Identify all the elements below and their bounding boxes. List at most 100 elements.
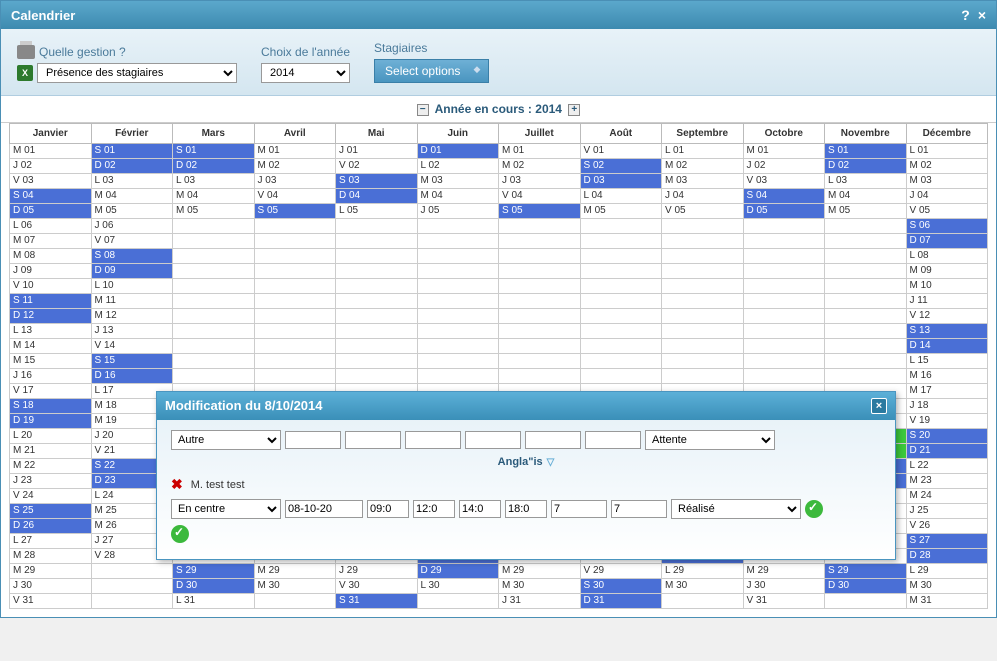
calendar-cell[interactable] xyxy=(254,309,336,324)
row2-t3[interactable] xyxy=(459,500,501,518)
help-icon[interactable]: ? xyxy=(961,7,970,23)
calendar-cell[interactable]: M 14 xyxy=(10,339,92,354)
calendar-cell[interactable] xyxy=(825,324,907,339)
calendar-cell[interactable] xyxy=(662,354,744,369)
calendar-cell[interactable]: S 08 xyxy=(91,249,173,264)
calendar-cell[interactable]: L 04 xyxy=(580,189,662,204)
calendar-cell[interactable]: J 30 xyxy=(743,579,825,594)
calendar-cell[interactable]: V 31 xyxy=(10,594,92,609)
calendar-cell[interactable]: M 29 xyxy=(499,564,581,579)
calendar-cell[interactable] xyxy=(417,264,499,279)
calendar-cell[interactable]: S 01 xyxy=(825,144,907,159)
calendar-cell[interactable]: M 03 xyxy=(417,174,499,189)
calendar-cell[interactable]: L 06 xyxy=(10,219,92,234)
calendar-cell[interactable] xyxy=(91,579,173,594)
calendar-cell[interactable]: S 29 xyxy=(173,564,255,579)
calendar-cell[interactable] xyxy=(825,309,907,324)
calendar-cell[interactable]: M 02 xyxy=(499,159,581,174)
calendar-cell[interactable]: S 01 xyxy=(91,144,173,159)
calendar-cell[interactable]: M 05 xyxy=(173,204,255,219)
calendar-cell[interactable] xyxy=(173,219,255,234)
calendar-cell[interactable]: M 30 xyxy=(499,579,581,594)
calendar-cell[interactable] xyxy=(743,294,825,309)
calendar-cell[interactable]: V 01 xyxy=(580,144,662,159)
calendar-cell[interactable] xyxy=(662,339,744,354)
row2-v2[interactable] xyxy=(611,500,667,518)
row1-f2[interactable] xyxy=(345,431,401,449)
calendar-cell[interactable]: D 14 xyxy=(906,339,988,354)
calendar-cell[interactable] xyxy=(499,264,581,279)
calendar-cell[interactable] xyxy=(662,324,744,339)
calendar-cell[interactable]: J 23 xyxy=(10,474,92,489)
calendar-cell[interactable]: M 04 xyxy=(173,189,255,204)
calendar-cell[interactable]: V 03 xyxy=(10,174,92,189)
calendar-cell[interactable]: M 17 xyxy=(906,384,988,399)
row2-date[interactable] xyxy=(285,500,363,518)
close-icon[interactable]: × xyxy=(978,7,986,23)
calendar-cell[interactable] xyxy=(580,369,662,384)
calendar-cell[interactable]: J 05 xyxy=(417,204,499,219)
calendar-cell[interactable] xyxy=(499,339,581,354)
calendar-cell[interactable] xyxy=(662,294,744,309)
remove-icon[interactable]: ✖ xyxy=(171,476,183,493)
calendar-cell[interactable] xyxy=(173,339,255,354)
calendar-cell[interactable]: D 02 xyxy=(91,159,173,174)
calendar-cell[interactable] xyxy=(173,309,255,324)
calendar-cell[interactable]: S 11 xyxy=(10,294,92,309)
calendar-cell[interactable] xyxy=(580,249,662,264)
calendar-cell[interactable] xyxy=(499,324,581,339)
calendar-cell[interactable]: M 07 xyxy=(10,234,92,249)
calendar-cell[interactable]: M 04 xyxy=(417,189,499,204)
calendar-cell[interactable]: L 05 xyxy=(336,204,418,219)
calendar-cell[interactable] xyxy=(336,369,418,384)
year-prev-icon[interactable]: − xyxy=(417,104,429,116)
calendar-cell[interactable] xyxy=(743,354,825,369)
calendar-cell[interactable]: S 05 xyxy=(254,204,336,219)
row1-f3[interactable] xyxy=(405,431,461,449)
calendar-cell[interactable] xyxy=(580,354,662,369)
calendar-cell[interactable]: S 02 xyxy=(580,159,662,174)
calendar-cell[interactable] xyxy=(743,234,825,249)
row1-f4[interactable] xyxy=(465,431,521,449)
calendar-cell[interactable]: V 30 xyxy=(336,579,418,594)
calendar-cell[interactable] xyxy=(743,324,825,339)
calendar-cell[interactable]: J 06 xyxy=(91,219,173,234)
calendar-cell[interactable]: M 09 xyxy=(906,264,988,279)
calendar-cell[interactable] xyxy=(825,339,907,354)
calendar-cell[interactable] xyxy=(580,294,662,309)
calendar-cell[interactable] xyxy=(336,309,418,324)
calendar-cell[interactable]: M 03 xyxy=(662,174,744,189)
calendar-cell[interactable]: S 06 xyxy=(906,219,988,234)
calendar-cell[interactable] xyxy=(580,324,662,339)
calendar-cell[interactable]: V 03 xyxy=(743,174,825,189)
calendar-cell[interactable]: S 25 xyxy=(10,504,92,519)
calendar-cell[interactable] xyxy=(743,369,825,384)
calendar-cell[interactable]: S 29 xyxy=(825,564,907,579)
calendar-cell[interactable]: V 07 xyxy=(91,234,173,249)
calendar-cell[interactable]: V 05 xyxy=(906,204,988,219)
row2-type-select[interactable]: En centre xyxy=(171,499,281,519)
calendar-cell[interactable]: J 01 xyxy=(336,144,418,159)
calendar-cell[interactable] xyxy=(825,279,907,294)
calendar-cell[interactable]: V 17 xyxy=(10,384,92,399)
calendar-cell[interactable]: L 13 xyxy=(10,324,92,339)
calendar-cell[interactable]: J 29 xyxy=(336,564,418,579)
calendar-cell[interactable]: V 14 xyxy=(91,339,173,354)
row1-type-select[interactable]: Autre xyxy=(171,430,281,450)
dialog-close-icon[interactable]: × xyxy=(871,398,887,414)
calendar-cell[interactable]: S 01 xyxy=(173,144,255,159)
calendar-cell[interactable]: M 02 xyxy=(662,159,744,174)
calendar-cell[interactable]: D 05 xyxy=(10,204,92,219)
calendar-cell[interactable] xyxy=(336,219,418,234)
calendar-cell[interactable] xyxy=(743,309,825,324)
calendar-cell[interactable]: S 15 xyxy=(91,354,173,369)
calendar-cell[interactable] xyxy=(91,564,173,579)
calendar-cell[interactable] xyxy=(417,324,499,339)
calendar-cell[interactable]: L 22 xyxy=(906,459,988,474)
calendar-cell[interactable]: D 07 xyxy=(906,234,988,249)
annee-select[interactable]: 2014 xyxy=(261,63,350,83)
calendar-cell[interactable]: D 21 xyxy=(906,444,988,459)
calendar-cell[interactable]: L 02 xyxy=(417,159,499,174)
calendar-cell[interactable]: M 11 xyxy=(91,294,173,309)
calendar-cell[interactable]: M 05 xyxy=(91,204,173,219)
